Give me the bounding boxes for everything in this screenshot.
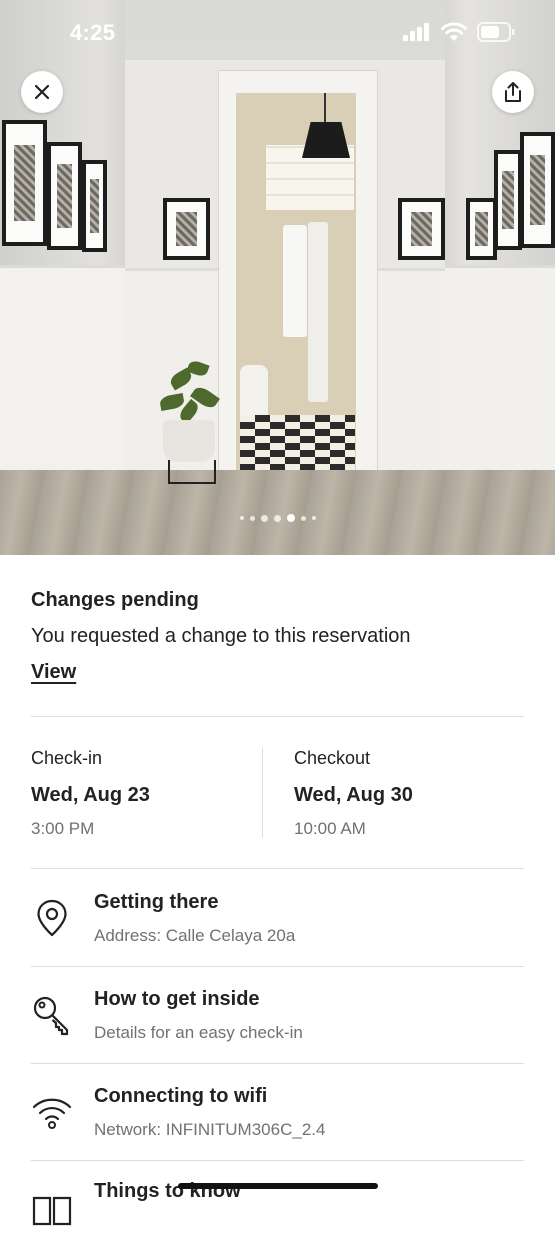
check-in-section: Check-in Wed, Aug 23 3:00 PM bbox=[31, 748, 150, 839]
status-bar: 4:25 bbox=[0, 0, 555, 60]
share-icon bbox=[505, 82, 521, 102]
pending-description: You requested a change to this reservati… bbox=[31, 625, 411, 647]
photo-picture-frame bbox=[82, 160, 107, 252]
photo-towel bbox=[308, 222, 328, 402]
checkout-label: Checkout bbox=[294, 748, 371, 768]
photo-picture-frame bbox=[520, 132, 555, 248]
photo-picture-frame bbox=[163, 198, 210, 260]
carousel-dot bbox=[273, 514, 281, 522]
map-pin-icon bbox=[37, 899, 67, 937]
cellular-signal-icon bbox=[403, 23, 429, 41]
photo-picture-frame bbox=[47, 142, 82, 250]
getting-there-title: Getting there bbox=[94, 891, 219, 913]
check-in-time: 3:00 PM bbox=[31, 819, 95, 838]
photo-wood-floor bbox=[0, 470, 555, 555]
battery-icon bbox=[477, 22, 515, 42]
book-icon bbox=[32, 1196, 72, 1226]
carousel-dot bbox=[311, 516, 316, 520]
wifi-row[interactable]: Connecting to wifi Network: INFINITUM306… bbox=[0, 1063, 555, 1159]
check-in-label: Check-in bbox=[31, 748, 103, 768]
photo-picture-frame bbox=[466, 198, 497, 260]
checkout-date: Wed, Aug 30 bbox=[294, 784, 413, 806]
get-inside-row[interactable]: How to get inside Details for an easy ch… bbox=[0, 966, 555, 1062]
checkout-time: 10:00 AM bbox=[294, 819, 366, 838]
key-icon bbox=[33, 996, 69, 1036]
wifi-subtitle: Network: INFINITUM306C_2.4 bbox=[94, 1120, 326, 1139]
get-inside-title: How to get inside bbox=[94, 988, 260, 1010]
photo-picture-frame bbox=[398, 198, 445, 260]
status-time: 4:25 bbox=[70, 20, 116, 45]
photo-plant-pot bbox=[163, 420, 215, 462]
get-inside-subtitle: Details for an easy check-in bbox=[94, 1023, 303, 1042]
checkout-section: Checkout Wed, Aug 30 10:00 AM bbox=[294, 748, 413, 839]
carousel-dot bbox=[300, 515, 306, 521]
photo-lamp-cord bbox=[324, 93, 326, 125]
getting-there-subtitle: Address: Calle Celaya 20a bbox=[94, 926, 296, 945]
photo-towel bbox=[283, 225, 307, 337]
close-icon bbox=[34, 84, 50, 100]
wifi-title: Connecting to wifi bbox=[94, 1085, 268, 1107]
photo-toilet bbox=[240, 365, 268, 420]
close-button[interactable] bbox=[21, 71, 63, 113]
carousel-dot bbox=[249, 515, 255, 521]
photo-picture-frame bbox=[494, 150, 522, 250]
getting-there-row[interactable]: Getting there Address: Calle Celaya 20a bbox=[0, 869, 555, 965]
carousel-dot bbox=[260, 514, 268, 522]
vertical-divider bbox=[262, 748, 263, 838]
check-in-date: Wed, Aug 23 bbox=[31, 784, 150, 806]
photo-checkered-floor bbox=[240, 415, 355, 470]
reservation-details: Changes pending You requested a change t… bbox=[0, 555, 555, 1226]
listing-photo[interactable] bbox=[0, 0, 555, 555]
carousel-dot bbox=[239, 516, 244, 520]
view-changes-link[interactable]: View bbox=[31, 661, 76, 684]
photo-picture-frame bbox=[2, 120, 47, 246]
things-to-know-row[interactable]: Things to know bbox=[0, 1160, 555, 1256]
wifi-icon bbox=[441, 22, 467, 41]
carousel-dots bbox=[0, 514, 555, 522]
share-button[interactable] bbox=[492, 71, 534, 113]
carousel-dot-active bbox=[286, 514, 295, 522]
wifi-icon bbox=[32, 1098, 72, 1129]
home-indicator[interactable] bbox=[178, 1183, 378, 1189]
status-icons bbox=[403, 22, 515, 42]
divider bbox=[31, 716, 524, 717]
pending-title: Changes pending bbox=[31, 589, 199, 611]
photo-plant-stand bbox=[168, 460, 216, 484]
